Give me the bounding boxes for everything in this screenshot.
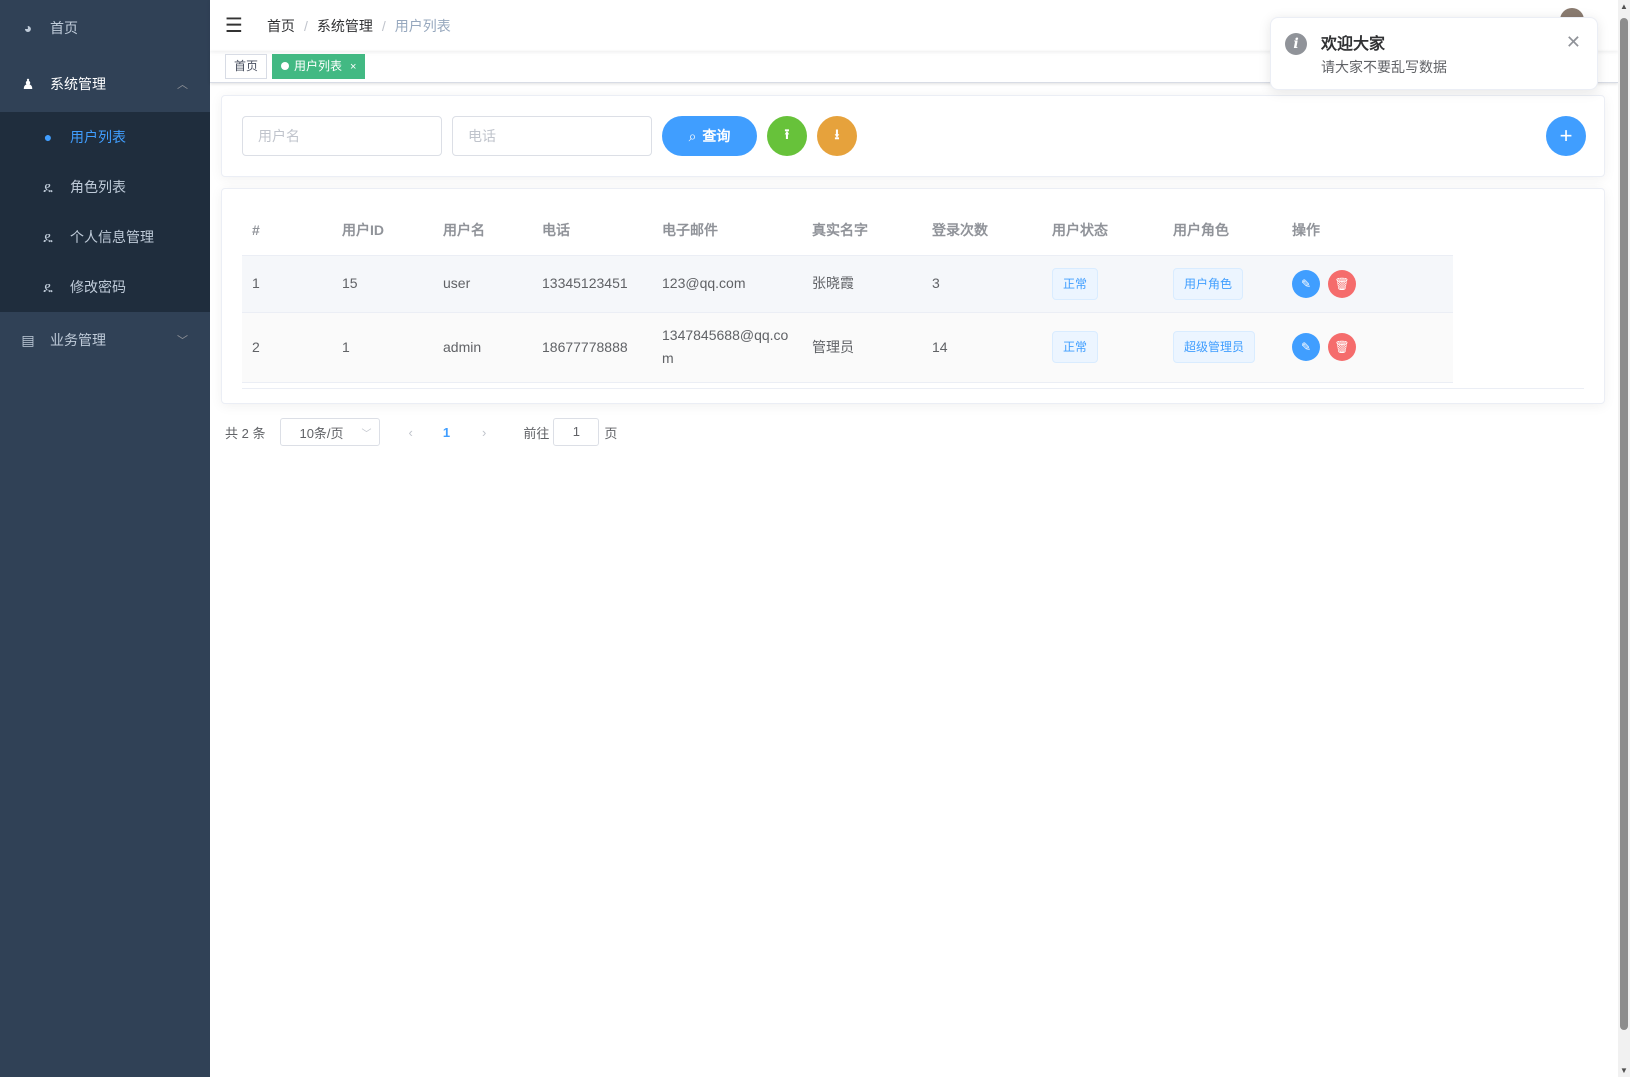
table-row: 2 1 admin 18677778888 1347845688@qq.com … (242, 312, 1453, 382)
column-header: 电子邮件 (652, 205, 802, 255)
hamburger-icon[interactable]: ☰ (225, 13, 243, 38)
scrollbar[interactable]: ▲ ▼ (1618, 0, 1630, 1077)
goto-page-input[interactable]: 1 (553, 418, 599, 446)
page-size-select[interactable]: 10条/页﹀ (280, 418, 380, 446)
info-icon: i (1285, 33, 1307, 55)
page-number[interactable]: 1 (443, 425, 450, 440)
system-submenu: ● 用户列表 ዴ 角色列表 ዴ 个人信息管理 ዴ 修改密码 (0, 112, 210, 312)
user-list-icon: ዴ (40, 229, 56, 246)
pagination: 共 2 条 10条/页﹀ ‹ 1 › 前往 1 页 (225, 418, 617, 446)
column-header: 电话 (532, 205, 652, 255)
phone-input[interactable]: 电话 (452, 116, 652, 156)
query-button[interactable]: ⌕查询 (662, 116, 757, 156)
column-header: 用户角色 (1163, 205, 1282, 255)
trash-icon: 🗑 (1334, 277, 1349, 291)
breadcrumb-system[interactable]: 系统管理 (317, 16, 373, 36)
sidebar-item-business[interactable]: ▤ 业务管理 ﹀ (0, 312, 210, 368)
upload-icon: ⭱ (785, 124, 790, 148)
sidebar-item-change-password[interactable]: ዴ 修改密码 (0, 262, 210, 312)
column-header: 用户状态 (1042, 205, 1163, 255)
user-list-icon: ዴ (40, 179, 56, 196)
column-header: 用户ID (332, 205, 433, 255)
notification: i 欢迎大家 请大家不要乱写数据 ✕ (1270, 17, 1598, 90)
search-card: 用户名 电话 ⌕查询 ⭱ ⭳ + (221, 95, 1605, 177)
chevron-down-icon: ﹀ (361, 425, 371, 440)
delete-button[interactable]: 🗑 (1328, 333, 1356, 361)
plus-icon: + (1560, 123, 1573, 149)
column-header: 用户名 (433, 205, 532, 255)
search-icon: ⌕ (689, 128, 697, 145)
role-badge: 超级管理员 (1173, 331, 1255, 363)
user-list-icon: ዴ (40, 279, 56, 296)
sidebar-item-profile[interactable]: ዴ 个人信息管理 (0, 212, 210, 262)
total-count: 共 2 条 (225, 423, 265, 442)
close-icon[interactable]: ✕ (1566, 32, 1581, 53)
upload-button[interactable]: ⭱ (767, 116, 807, 156)
scroll-down-icon[interactable]: ▼ (1620, 1066, 1628, 1075)
chevron-up-icon: ︿ (177, 76, 188, 92)
close-icon[interactable]: × (350, 61, 356, 73)
user-table: # 用户ID 用户名 电话 电子邮件 真实名字 登录次数 用户状态 用户角色 操… (242, 205, 1453, 383)
trash-icon: 🗑 (1334, 340, 1349, 354)
scrollbar-thumb[interactable] (1620, 18, 1628, 1030)
document-edit-icon: ▤ (20, 332, 36, 349)
status-badge: 正常 (1052, 331, 1098, 363)
username-input[interactable]: 用户名 (242, 116, 442, 156)
sidebar-item-home[interactable]: ◕ 首页 (0, 0, 210, 56)
column-header: 登录次数 (922, 205, 1042, 255)
chevron-down-icon: ﹀ (177, 332, 188, 348)
download-button[interactable]: ⭳ (817, 116, 857, 156)
download-icon: ⭳ (835, 124, 840, 148)
next-page-button[interactable]: › (482, 425, 486, 440)
breadcrumb-current: 用户列表 (395, 16, 451, 36)
breadcrumb-home[interactable]: 首页 (267, 16, 295, 36)
edit-button[interactable]: ✎ (1292, 270, 1320, 298)
role-badge: 用户角色 (1173, 268, 1243, 300)
add-user-button[interactable]: + (1546, 116, 1586, 156)
status-badge: 正常 (1052, 268, 1098, 300)
table-row: 1 15 user 13345123451 123@qq.com 张晓霞 3 正… (242, 255, 1453, 312)
edit-icon: ✎ (1301, 277, 1311, 291)
edit-button[interactable]: ✎ (1292, 333, 1320, 361)
user-settings-icon: ♟ (20, 76, 36, 93)
edit-icon: ✎ (1301, 340, 1311, 354)
scroll-up-icon[interactable]: ▲ (1620, 2, 1628, 11)
sidebar-item-system[interactable]: ♟ 系统管理 ︿ (0, 56, 210, 112)
column-header: # (242, 205, 332, 255)
notification-title: 欢迎大家 (1321, 30, 1385, 54)
column-header: 操作 (1282, 205, 1453, 255)
main: ☰ 首页 / 系统管理 / 用户列表 首页 用户列表× 用户名 电话 ⌕查询 ⭱… (210, 0, 1618, 1077)
sidebar-item-user-list[interactable]: ● 用户列表 (0, 112, 210, 162)
dashboard-icon: ◕ (20, 20, 36, 36)
sidebar: ◕ 首页 ♟ 系统管理 ︿ ● 用户列表 ዴ 角色列表 ዴ 个人信息管理 ዴ 修… (0, 0, 210, 1077)
delete-button[interactable]: 🗑 (1328, 270, 1356, 298)
sidebar-item-role-list[interactable]: ዴ 角色列表 (0, 162, 210, 212)
tag-home[interactable]: 首页 (225, 54, 267, 79)
user-icon: ● (40, 129, 56, 145)
tag-user-list[interactable]: 用户列表× (272, 54, 365, 79)
prev-page-button[interactable]: ‹ (408, 425, 412, 440)
column-header: 真实名字 (802, 205, 922, 255)
notification-message: 请大家不要乱写数据 (1321, 57, 1447, 77)
table-card: # 用户ID 用户名 电话 电子邮件 真实名字 登录次数 用户状态 用户角色 操… (221, 188, 1605, 404)
